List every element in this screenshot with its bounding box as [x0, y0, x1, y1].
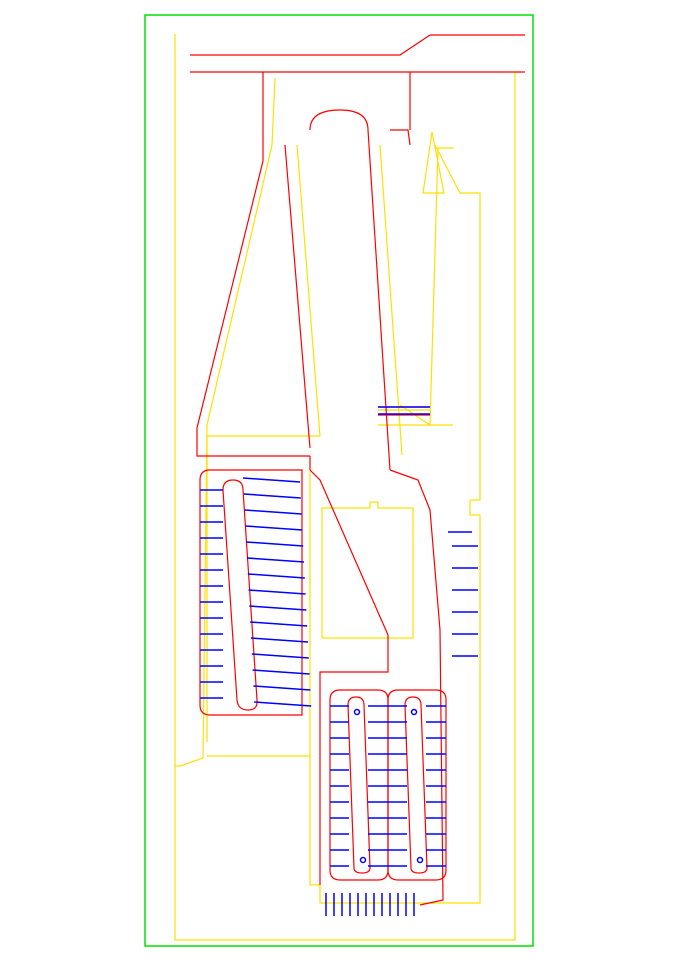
curb-line	[390, 470, 443, 905]
curb-line	[310, 110, 390, 470]
road-edge	[207, 145, 320, 436]
curb-line	[390, 130, 410, 145]
parking-stripe	[243, 478, 300, 482]
site-plan-diagram	[0, 0, 680, 962]
curb-line	[348, 697, 370, 873]
road-edge	[310, 470, 320, 885]
parking-stripe	[245, 510, 302, 514]
island-marker	[355, 710, 360, 715]
parking-stripe	[244, 494, 301, 498]
island-marker	[418, 858, 423, 863]
road-edge	[320, 515, 480, 903]
parking-stripe	[254, 702, 311, 706]
road-edge	[175, 34, 515, 940]
curb-line	[223, 480, 257, 710]
parking-stripe	[245, 526, 302, 530]
parking-stripe	[253, 670, 310, 674]
island-marker	[361, 858, 366, 863]
road-edge	[435, 145, 480, 500]
parking-stripe	[249, 590, 306, 594]
road-edge	[423, 132, 444, 193]
parking-stripe	[250, 622, 307, 626]
road-edge	[180, 78, 275, 766]
island-marker	[412, 710, 417, 715]
curb-line	[190, 35, 430, 55]
road-edge	[380, 145, 402, 455]
curb-line	[405, 697, 427, 873]
road-edge	[400, 148, 454, 425]
parking-stripe	[248, 574, 305, 578]
parking-stripe	[247, 558, 304, 562]
curb-line	[197, 72, 310, 456]
curb-line	[330, 690, 388, 880]
parking-stripe	[249, 606, 306, 610]
parking-stripe	[251, 638, 308, 642]
parking-stripe	[252, 654, 309, 658]
parking-stripe	[246, 542, 303, 546]
boundary-rect	[145, 15, 533, 946]
road-edge	[470, 500, 480, 515]
curb-line	[285, 145, 310, 448]
curb-line	[388, 690, 446, 880]
road-edge	[322, 502, 413, 638]
